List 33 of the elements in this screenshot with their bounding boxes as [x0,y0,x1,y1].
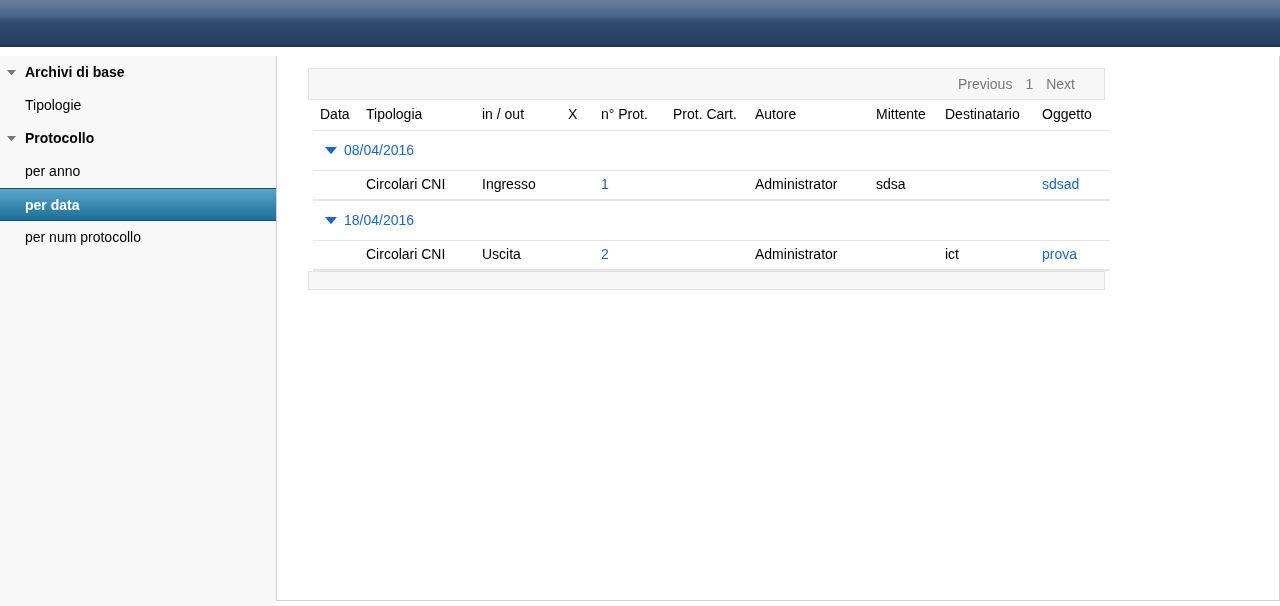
sidebar-item[interactable]: per data [0,188,276,221]
group-date-link[interactable]: 08/04/2016 [325,139,415,161]
table-link[interactable]: prova [1042,246,1078,263]
table-cell: Circolari CNI [359,170,475,200]
sidebar-item[interactable]: per num protocollo [0,221,276,254]
column-header[interactable]: X [561,100,594,130]
group-date-link[interactable]: 18/04/2016 [325,210,415,232]
sidebar-group-header[interactable]: Archivi di base [0,56,276,89]
table-cell: sdsa [869,170,938,200]
caret-icon [7,135,16,142]
column-header[interactable]: Mittente [869,100,938,130]
table-link[interactable]: sdsad [1042,176,1080,193]
page-link[interactable]: 1 [1025,74,1034,95]
table-link[interactable]: 1 [601,176,609,193]
table-link[interactable]: 2 [601,246,609,263]
column-header[interactable]: n° Prot. [594,100,666,130]
sidebar-item[interactable]: Tipologie [0,89,276,122]
sidebar-item[interactable]: per anno [0,155,276,188]
sidebar-group-header[interactable]: Protocollo [0,122,276,155]
column-header[interactable]: Oggetto [1035,100,1110,130]
table-cell: Administrator [748,170,869,200]
column-header[interactable]: Data [313,100,359,130]
column-header[interactable]: in / out [475,100,561,130]
column-header[interactable]: Destinatario [938,100,1035,130]
caret-icon [325,217,337,225]
column-header[interactable]: Tipologia [359,100,475,130]
table-cell: Ingresso [475,170,561,200]
column-header[interactable]: Prot. Cart. [666,100,748,130]
column-header[interactable]: Autore [748,100,869,130]
caret-icon [325,146,337,155]
previous-link[interactable]: Previous [957,74,1013,95]
caret-icon [7,69,16,76]
next-link[interactable]: Next [1046,74,1075,95]
